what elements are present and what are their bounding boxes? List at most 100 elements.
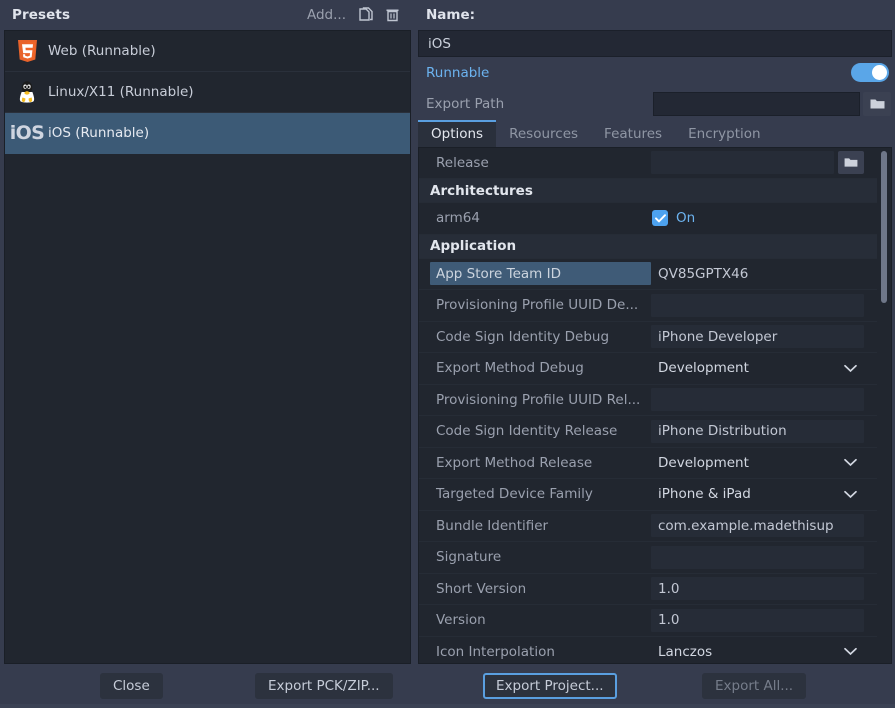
add-preset-button[interactable]: Add... <box>300 5 353 25</box>
option-row-bundle-identifier[interactable]: Bundle Identifier com.example.madethisup <box>419 511 877 543</box>
option-label: Signature <box>436 549 502 566</box>
option-dropdown-icon-interpolation[interactable]: Lanczos <box>651 639 864 663</box>
tab-label: Encryption <box>688 126 761 143</box>
options-scrollbar[interactable] <box>877 148 891 663</box>
export-project-button[interactable]: Export Project... <box>483 673 617 699</box>
preset-name-input[interactable]: iOS <box>418 29 892 58</box>
option-label: Export Method Release <box>436 454 593 471</box>
preset-item-web[interactable]: Web (Runnable) <box>5 31 410 72</box>
option-label: Icon Interpolation <box>436 643 555 660</box>
preset-details-panel: Name: iOS Runnable Export Path Options R… <box>415 0 895 665</box>
presets-panel: Presets Add... Web (Runnable) Linux/X11 … <box>0 0 415 664</box>
option-label: Bundle Identifier <box>436 517 549 534</box>
option-text-input-short-version[interactable]: 1.0 <box>651 577 864 601</box>
option-row-targeted-device-family[interactable]: Targeted Device Family iPhone & iPad <box>419 479 877 511</box>
option-row-release[interactable]: Release <box>419 148 877 180</box>
option-browse-button-release[interactable] <box>838 151 864 175</box>
chevron-down-icon <box>844 648 857 656</box>
tab-options[interactable]: Options <box>418 119 497 147</box>
options-section-application: Application <box>419 234 877 259</box>
preset-item-label: Web (Runnable) <box>48 43 156 59</box>
option-text-input-version[interactable]: 1.0 <box>651 608 864 632</box>
option-row-export-method-debug[interactable]: Export Method Debug Development <box>419 353 877 385</box>
preset-item-ios[interactable]: iOS iOS (Runnable) <box>5 113 410 154</box>
option-text-input-signature[interactable] <box>651 545 864 569</box>
option-dropdown-targeted-device-family[interactable]: iPhone & iPad <box>651 482 864 507</box>
option-row-version[interactable]: Version 1.0 <box>419 605 877 637</box>
option-label: Provisioning Profile UUID Rel... <box>436 391 641 408</box>
dropdown-value: iPhone & iPad <box>658 486 751 503</box>
preset-item-label: iOS (Runnable) <box>48 125 150 141</box>
dropdown-value: Development <box>658 454 749 471</box>
option-row-signature[interactable]: Signature <box>419 542 877 574</box>
option-value-cell: iPhone Developer <box>651 325 877 349</box>
delete-preset-button[interactable] <box>379 4 405 26</box>
html5-icon <box>15 38 39 64</box>
export-dialog: Presets Add... Web (Runnable) Linux/X11 … <box>0 0 895 708</box>
runnable-row: Runnable <box>415 57 895 88</box>
option-row-code-sign-identity-debug[interactable]: Code Sign Identity Debug iPhone Developer <box>419 322 877 354</box>
checkmark-icon <box>654 214 666 223</box>
option-text-input-provisioning-profile-uuid-rel[interactable] <box>651 388 864 412</box>
runnable-toggle[interactable] <box>851 63 889 83</box>
option-value-cell: Development <box>651 450 877 475</box>
export-path-input[interactable] <box>653 91 860 116</box>
option-dropdown-export-method-release[interactable]: Development <box>651 450 864 475</box>
option-checkbox-arm64[interactable]: On <box>651 210 696 227</box>
option-row-arm64[interactable]: arm64 On <box>419 203 877 235</box>
option-value-cell: com.example.madethisup <box>651 514 877 538</box>
option-value-cell: On <box>651 210 877 227</box>
option-path-input-release[interactable] <box>651 151 834 175</box>
option-dropdown-export-method-debug[interactable]: Development <box>651 356 864 381</box>
option-row-export-method-release[interactable]: Export Method Release Development <box>419 448 877 480</box>
tab-label: Features <box>604 126 663 143</box>
option-row-provisioning-profile-uuid-rel[interactable]: Provisioning Profile UUID Rel... <box>419 385 877 417</box>
ios-icon: iOS <box>10 120 45 146</box>
option-text-input-provisioning-profile-uuid-de[interactable] <box>651 293 864 317</box>
options-panel: Release Architectures arm64 On Application Ap… <box>418 146 892 665</box>
tab-features[interactable]: Features <box>591 120 675 147</box>
duplicate-preset-button[interactable] <box>353 4 379 26</box>
option-text-input-app-store-team-id[interactable]: QV85GPTX46 <box>651 262 864 285</box>
checkbox-state-label: On <box>676 210 696 227</box>
folder-icon <box>844 158 858 167</box>
tab-encryption[interactable]: Encryption <box>675 120 773 147</box>
option-value-cell: 1.0 <box>651 577 877 601</box>
close-button[interactable]: Close <box>100 673 163 699</box>
export-path-browse-button[interactable] <box>863 91 891 116</box>
option-value-cell: Development <box>651 356 877 381</box>
tab-resources[interactable]: Resources <box>496 120 591 147</box>
option-value-cell: QV85GPTX46 <box>651 262 877 285</box>
toggle-knob <box>872 65 887 81</box>
linux-tux-icon <box>15 79 39 105</box>
option-label: App Store Team ID <box>430 262 651 286</box>
presets-list[interactable]: Web (Runnable) Linux/X11 (Runnable) iOS … <box>4 30 411 664</box>
option-label: Targeted Device Family <box>436 486 593 503</box>
option-row-app-store-team-id[interactable]: App Store Team ID QV85GPTX46 <box>419 259 877 291</box>
option-row-icon-interpolation[interactable]: Icon Interpolation Lanczos <box>419 637 877 663</box>
export-all-button: Export All... <box>702 673 807 699</box>
option-value-cell <box>651 151 877 175</box>
options-section-architectures: Architectures <box>419 179 877 204</box>
preset-item-linux-x11[interactable]: Linux/X11 (Runnable) <box>5 72 410 113</box>
export-pck-zip-button[interactable]: Export PCK/ZIP... <box>255 673 393 699</box>
preset-tabs: Options Resources Features Encryption <box>415 119 895 147</box>
option-value-cell: Lanczos <box>651 639 877 663</box>
runnable-label: Runnable <box>426 64 490 81</box>
option-text-input-code-sign-identity-release[interactable]: iPhone Distribution <box>651 419 864 443</box>
option-text-input-bundle-identifier[interactable]: com.example.madethisup <box>651 514 864 538</box>
scrollbar-thumb[interactable] <box>881 150 887 304</box>
option-value-cell <box>651 545 877 569</box>
option-text-input-code-sign-identity-debug[interactable]: iPhone Developer <box>651 325 864 349</box>
option-label: Code Sign Identity Release <box>436 423 618 440</box>
checkbox-box[interactable] <box>652 210 668 227</box>
option-value-cell <box>651 388 877 412</box>
option-row-short-version[interactable]: Short Version 1.0 <box>419 574 877 606</box>
presets-title: Presets <box>12 7 71 23</box>
tab-label: Options <box>431 126 484 143</box>
option-label: Export Method Debug <box>436 360 584 377</box>
option-label: Provisioning Profile UUID De... <box>436 297 639 314</box>
option-label: Version <box>436 612 486 629</box>
option-row-provisioning-profile-uuid-de[interactable]: Provisioning Profile UUID De... <box>419 290 877 322</box>
option-row-code-sign-identity-release[interactable]: Code Sign Identity Release iPhone Distrib… <box>419 416 877 448</box>
